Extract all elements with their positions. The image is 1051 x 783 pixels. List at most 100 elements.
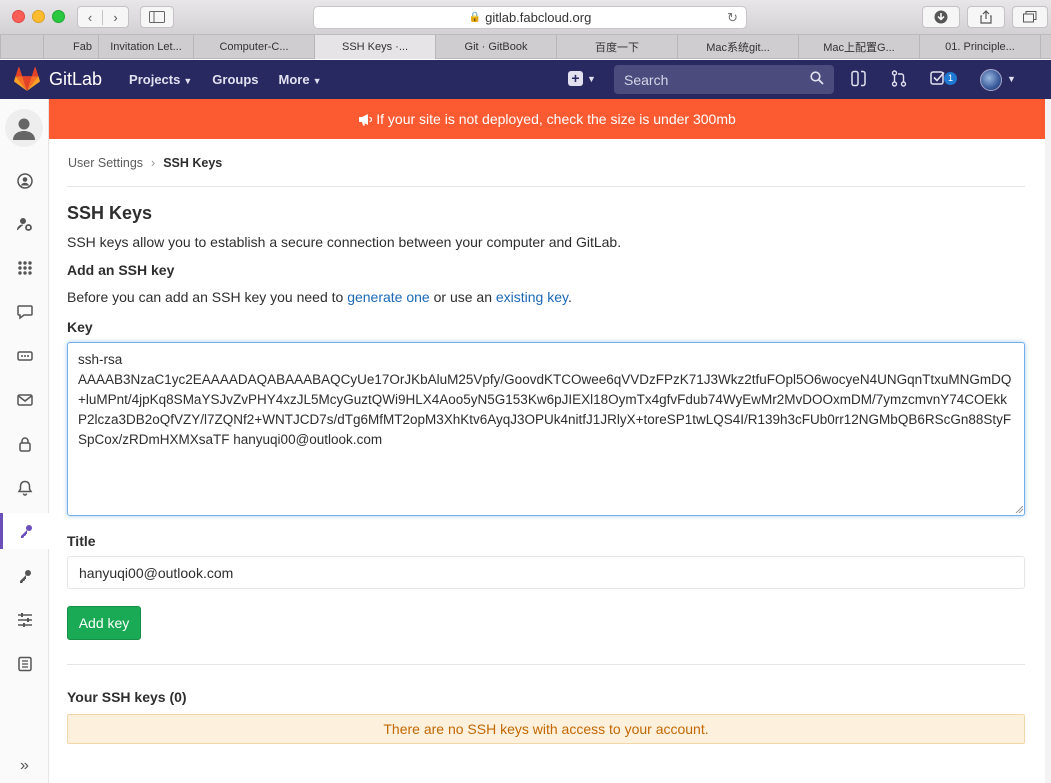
- ssh-help-text: Before you can add an SSH key you need t…: [67, 289, 572, 305]
- plus-icon: +: [568, 71, 583, 86]
- zoom-window-button[interactable]: [52, 10, 65, 23]
- browser-tab[interactable]: Fab: [43, 35, 98, 59]
- breadcrumb-separator-icon: ›: [151, 156, 156, 170]
- broadcast-text: If your site is not deployed, check the …: [376, 111, 736, 127]
- gitlab-wordmark: GitLab: [49, 69, 103, 89]
- browser-tab-label: Git · GitBook: [464, 41, 528, 53]
- nav-more[interactable]: More ▼: [279, 72, 322, 87]
- tabs-overview-icon: [1023, 11, 1037, 23]
- sidebar-toggle-button[interactable]: [140, 6, 174, 28]
- gitlab-logo[interactable]: GitLab: [13, 66, 103, 93]
- sidebar-avatar[interactable]: [5, 109, 43, 147]
- new-tab-button[interactable]: [1040, 35, 1051, 59]
- close-window-button[interactable]: [12, 10, 25, 23]
- browser-tab-label: Fab: [73, 41, 92, 53]
- back-icon[interactable]: ‹: [78, 9, 104, 25]
- browser-tab-bar: Fab Invitation Let... Computer-C... SSH …: [0, 35, 1051, 59]
- nav-projects[interactable]: Projects ▼: [129, 72, 192, 87]
- user-icon: [13, 118, 35, 140]
- browser-tab-label: Mac上配置G...: [823, 42, 895, 54]
- divider: [67, 186, 1025, 187]
- share-icon: [980, 10, 992, 24]
- key-icon: [21, 525, 32, 538]
- key-textarea[interactable]: ssh-rsa AAAAB3NzaC1yc2EAAAADAQABAAABAQCy…: [67, 342, 1025, 516]
- double-chevron-right-icon: »: [20, 757, 29, 774]
- sidebar-item-chat[interactable]: [0, 294, 49, 330]
- collapse-sidebar-button[interactable]: »: [0, 750, 49, 782]
- broadcast-banner: If your site is not deployed, check the …: [49, 99, 1045, 139]
- bell-icon: [17, 480, 32, 496]
- title-input[interactable]: [67, 556, 1025, 589]
- nav-groups[interactable]: Groups: [212, 72, 258, 87]
- address-bar[interactable]: 🔒 gitlab.fabcloud.org ↻: [313, 6, 747, 29]
- chevron-down-icon: ▼: [587, 73, 596, 84]
- sidebar-item-audit-log[interactable]: [0, 646, 49, 682]
- browser-tab[interactable]: Computer-C...: [193, 35, 314, 59]
- help-suffix: .: [567, 289, 572, 305]
- nav-more-label: More: [278, 72, 310, 87]
- browser-tab-label: Mac系统git...: [706, 42, 770, 54]
- sidebar-item-preferences[interactable]: [0, 602, 49, 638]
- add-key-button[interactable]: Add key: [67, 606, 141, 640]
- sidebar-item-profile[interactable]: [0, 163, 49, 199]
- minimize-window-button[interactable]: [32, 10, 45, 23]
- issues-icon[interactable]: [851, 70, 866, 91]
- show-tabs-button[interactable]: [1012, 6, 1048, 28]
- share-button[interactable]: [967, 6, 1005, 28]
- sidebar-item-applications[interactable]: [0, 250, 49, 286]
- browser-tab[interactable]: 百度一下: [556, 35, 677, 59]
- browser-tab[interactable]: Invitation Let...: [98, 35, 193, 59]
- forward-icon[interactable]: ›: [103, 10, 128, 25]
- applications-grid-icon: [17, 261, 32, 275]
- chevron-down-icon: ▼: [183, 76, 193, 86]
- browser-tab-label: SSH Keys ·...: [341, 41, 409, 53]
- add-ssh-key-heading: Add an SSH key: [67, 262, 175, 278]
- resize-handle-icon[interactable]: [1015, 505, 1023, 513]
- browser-tab-active[interactable]: SSH Keys ·...: [314, 35, 435, 59]
- download-icon: [934, 10, 948, 24]
- comment-icon: [16, 305, 33, 320]
- no-keys-alert: There are no SSH keys with access to you…: [67, 714, 1025, 744]
- breadcrumb-current[interactable]: SSH Keys: [163, 156, 222, 170]
- page-scrollbar[interactable]: [1045, 99, 1051, 783]
- new-item-dropdown[interactable]: + ▼: [568, 71, 596, 86]
- your-ssh-keys-heading: Your SSH keys (0): [67, 689, 187, 705]
- merge-requests-icon[interactable]: [891, 70, 907, 91]
- top-nav: Projects ▼ Groups More ▼: [129, 72, 341, 87]
- chevron-down-icon: ▼: [312, 76, 322, 86]
- address-bar-url: gitlab.fabcloud.org: [485, 10, 592, 25]
- browser-tab[interactable]: Mac上配置G...: [798, 35, 919, 59]
- tab-blank[interactable]: [0, 35, 43, 59]
- breadcrumb-user-settings[interactable]: User Settings: [68, 156, 143, 170]
- help-prefix: Before you can add an SSH key you need t…: [67, 289, 348, 305]
- browser-tab[interactable]: 01. Principle...: [919, 35, 1040, 59]
- generate-one-link[interactable]: generate one: [347, 289, 430, 305]
- user-avatar[interactable]: [980, 69, 1002, 91]
- search-input[interactable]: [624, 71, 804, 88]
- browser-tab[interactable]: Mac系统git...: [677, 35, 798, 59]
- lock-icon: [18, 437, 31, 452]
- history-nav: ‹ ›: [77, 6, 129, 28]
- sidebar-item-account[interactable]: [0, 206, 49, 242]
- sidebar-item-password[interactable]: [0, 426, 49, 462]
- page-description: SSH keys allow you to establish a secure…: [67, 234, 622, 250]
- chevron-down-icon[interactable]: ▼: [1007, 74, 1016, 84]
- sidebar-item-access-tokens[interactable]: [0, 338, 49, 374]
- sidebar-item-ssh-keys[interactable]: [0, 513, 49, 549]
- browser-tab-label: Invitation Let...: [110, 41, 182, 53]
- browser-tab-label: 01. Principle...: [945, 41, 1015, 53]
- sidebar-item-notifications[interactable]: [0, 470, 49, 506]
- title-label: Title: [67, 533, 96, 549]
- browser-tab[interactable]: Git · GitBook: [435, 35, 556, 59]
- reload-icon[interactable]: ↻: [727, 10, 738, 26]
- sidebar-item-gpg-keys[interactable]: [0, 558, 49, 594]
- downloads-button[interactable]: [922, 6, 960, 28]
- lock-icon: 🔒: [468, 12, 482, 23]
- sidebar-item-emails[interactable]: [0, 382, 49, 418]
- browser-tab-label: Computer-C...: [219, 41, 289, 53]
- preferences-sliders-icon: [17, 613, 32, 627]
- key-icon: [19, 570, 31, 583]
- help-middle: or use an: [429, 289, 496, 305]
- existing-key-link[interactable]: existing key: [496, 289, 568, 305]
- search-icon[interactable]: [810, 71, 824, 85]
